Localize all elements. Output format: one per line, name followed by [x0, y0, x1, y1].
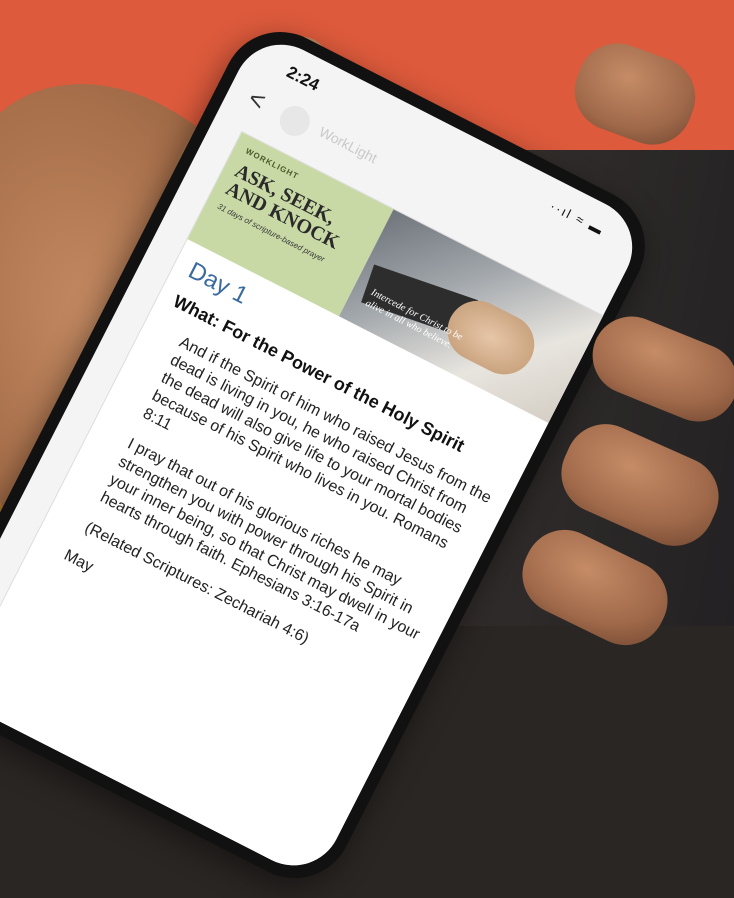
avatar[interactable]	[274, 100, 316, 142]
status-time: 2:24	[283, 62, 323, 95]
back-chevron-icon[interactable]: <	[243, 83, 271, 118]
